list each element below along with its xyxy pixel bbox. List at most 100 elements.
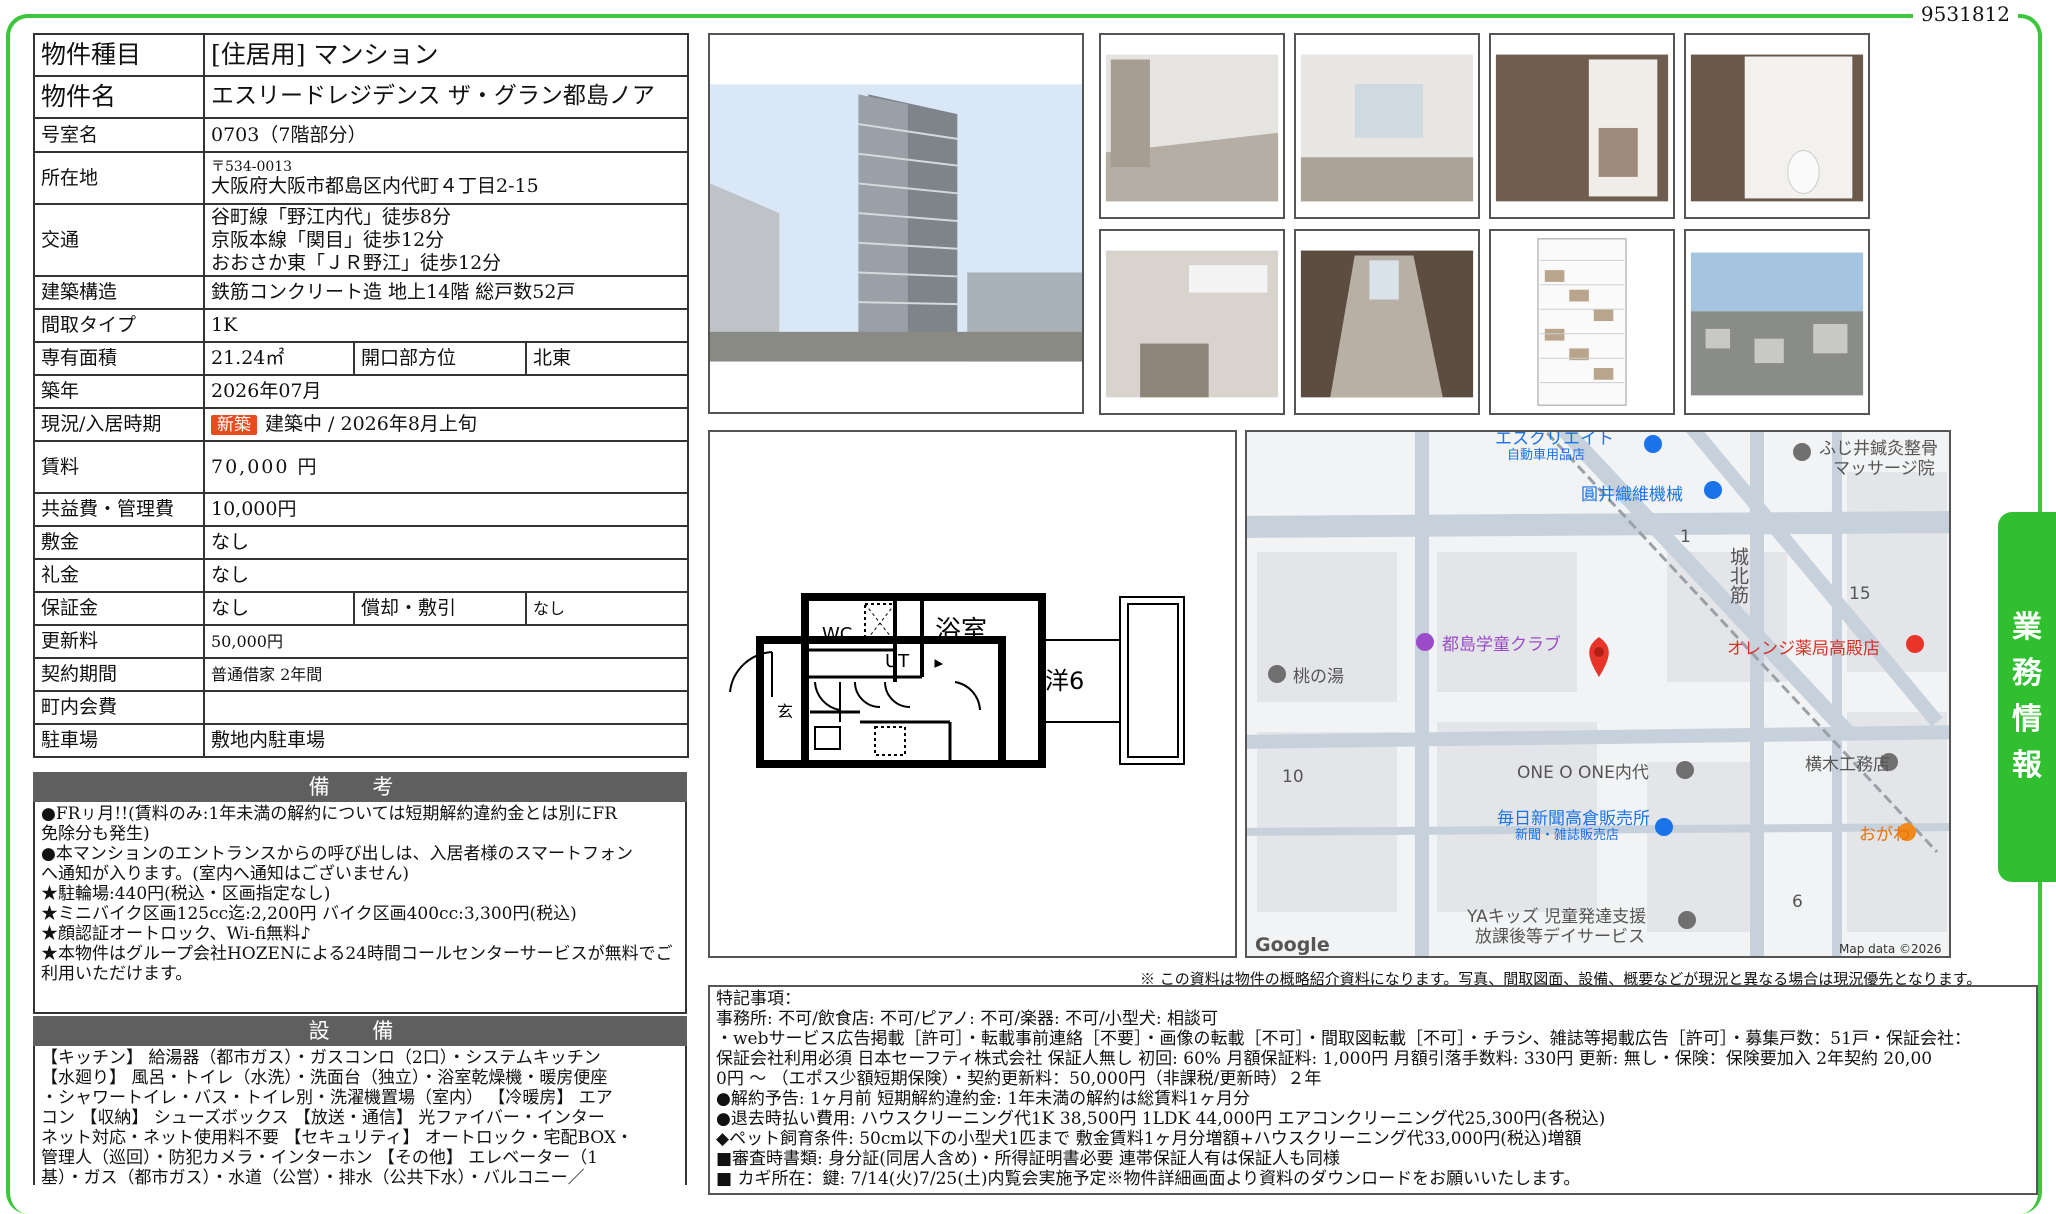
map-label: 横木工務店: [1805, 755, 1890, 775]
note-line: ●解約予告: 1ヶ月前 短期解約違約金: 1年未満の解約は総賃料1ヶ月分: [716, 1089, 1250, 1109]
remark-line: ★駐輪場:440円(税込・区画指定なし): [41, 884, 331, 904]
spec-sheet-thumbnail[interactable]: [1489, 229, 1675, 415]
renewal-value: 50,000円: [202, 624, 690, 659]
community-fee-label: 町内会費: [33, 690, 205, 725]
side-tab-char: 務: [2012, 656, 2042, 691]
guarantee-label: 保証金: [33, 591, 205, 626]
map-block-number: 15: [1849, 584, 1871, 604]
note-line: 特記事項：: [716, 989, 801, 1009]
renewal-label: 更新料: [33, 624, 205, 659]
special-notes: 特記事項： 事務所: 不可/飲食店: 不可/ピアノ: 不可/楽器: 不可/小型犬…: [708, 985, 2038, 1195]
equipment-line: ・シャワートイレ・バス・トイレ別・洗濯機置場（室内） 【冷暖房】 エア: [41, 1088, 613, 1108]
note-line: 事務所: 不可/飲食店: 不可/ピアノ: 不可/楽器: 不可/小型犬: 相談可: [716, 1009, 1219, 1029]
map-attribution: Map data ©2026: [1839, 942, 1942, 956]
map-label: マッサージ院: [1833, 459, 1935, 479]
status-value: 建築中 / 2026年8月上旬: [265, 413, 477, 436]
map-block-number: 6: [1792, 892, 1803, 912]
type-label: 物件種目: [33, 33, 205, 77]
remark-line: ★本物件はグループ会社HOZENによる24時間コールセンターサービスが無料でご: [41, 944, 673, 964]
ut-label: UT: [885, 651, 910, 672]
parking-value: 敷地内駐車場: [202, 723, 690, 758]
side-tab-char: 報: [2012, 748, 2042, 783]
equipment-box: 【キッチン】 給湯器（都市ガス）・ガスコンロ（2口）・システムキッチン 【水廻り…: [33, 1046, 687, 1185]
street-label: 城北筋: [1727, 547, 1749, 604]
hallway-photo[interactable]: [1294, 229, 1480, 415]
business-info-tab[interactable]: 業 務 情 報: [1998, 512, 2056, 882]
rent-value: 70,000 円: [202, 440, 690, 494]
contract-label: 契約期間: [33, 657, 205, 692]
room-photo-2[interactable]: [1294, 33, 1480, 219]
parking-label: 駐車場: [33, 723, 205, 758]
remark-line: ★ミニバイク区画125cc迄:2,200円 バイク区画400cc:3,300円(…: [41, 904, 577, 924]
equipment-line: ネット対応・ネット使用料不要 【セキュリティ】 オートロック・宅配BOX・: [41, 1128, 633, 1148]
built-value: 2026年07月: [202, 374, 690, 409]
side-tab-char: 情: [2012, 702, 2042, 737]
layout-label: 間取タイプ: [33, 308, 205, 343]
amortization-value: なし: [524, 591, 690, 626]
deposit-label: 敷金: [33, 525, 205, 560]
access-label: 交通: [33, 203, 205, 277]
map-label: 新聞・雑誌販売店: [1515, 828, 1620, 843]
address-label: 所在地: [33, 151, 205, 205]
map-label: オレンジ薬局高殿店: [1727, 639, 1880, 659]
room-label: 号室名: [33, 117, 205, 153]
access-line: 京阪本線「関目」徒歩12分: [211, 228, 445, 251]
floor-plan[interactable]: WC UT 浴室 洋6 玄: [708, 430, 1237, 958]
deposit-value: なし: [202, 525, 690, 560]
remark-line: 免除分も発生): [41, 824, 150, 844]
map-label: おがわ: [1859, 825, 1910, 845]
guarantee-value: なし: [203, 591, 355, 626]
equipment-line: 【水廻り】 風呂・トイレ（水洗）・洗面台（独立）・浴室乾燥機・暖房便座: [41, 1068, 608, 1088]
equipment-line: コン 【収納】 シューズボックス 【放送・通信】 光ファイバー・インター: [41, 1108, 605, 1128]
structure-label: 建築構造: [33, 275, 205, 310]
document-id: 9531812: [1912, 2, 2018, 26]
note-line: ◆ペット飼育条件: 50cm以下の小型犬1匹まで 敷金賃料1ヶ月分増額+ハウスク…: [716, 1129, 1582, 1149]
equipment-line: 基）・ガス（都市ガス）・水道（公営）・排水（公共下水）・バルコニー／: [41, 1168, 585, 1185]
building-exterior-photo[interactable]: [708, 33, 1084, 414]
address-value: 大阪府大阪市都島区内代町４丁目2-15: [211, 174, 539, 197]
note-line: ・webサービス広告掲載［許可］・転載事前連絡［不要］・画像の転載［不可］・間取…: [716, 1029, 1971, 1049]
note-line: ●退去時払い費用: ハウスクリーニング代1K 38,500円 1LDK 44,0…: [716, 1109, 1606, 1129]
remark-line: ★顔認証オートロック、Wi-fi無料♪: [41, 924, 312, 944]
equipment-line: 【キッチン】 給湯器（都市ガス）・ガスコンロ（2口）・システムキッチン: [41, 1048, 601, 1068]
map-label: 放課後等デイサービス: [1475, 927, 1645, 947]
name-label: 物件名: [33, 75, 205, 119]
kitchen-photo[interactable]: [1099, 229, 1285, 415]
entrance-label: 玄: [777, 702, 793, 721]
map-label: 都島学童クラブ: [1442, 635, 1561, 655]
remark-line: 利用いただけます。: [41, 964, 193, 984]
room-label: 洋6: [1045, 667, 1084, 695]
map-label: 圓井織維機械: [1581, 485, 1683, 505]
layout-value: 1K: [202, 308, 690, 343]
remarks-box: ●FRㇼ月!!(賃料のみ:1年未満の解約については短期解約違約金とは別にFR 免…: [33, 802, 687, 1014]
access-line: 谷町線「野江内代」徒歩8分: [211, 205, 452, 228]
washroom-photo[interactable]: [1489, 33, 1675, 219]
map-block-number: 1: [1680, 527, 1691, 547]
view-photo[interactable]: [1684, 229, 1870, 415]
contract-value: 普通借家 2年間: [202, 657, 690, 692]
map-label: 自動車用品店: [1507, 448, 1586, 463]
note-line: 0円 ～ （エポス少額短期保険）・契約更新料：50,000円（非課税/更新時）２…: [716, 1069, 1322, 1089]
rent-label: 賃料: [33, 440, 205, 494]
side-tab-char: 業: [2012, 610, 2042, 645]
map-label: 桃の湯: [1293, 667, 1344, 687]
amortization-label: 償却・敷引: [353, 591, 527, 626]
opening-value: 北東: [524, 341, 690, 376]
name-value: エスリードレジデンス ザ・グラン都島ノア: [202, 75, 690, 119]
structure-value: 鉄筋コンクリート造 地上14階 総戸数52戸: [202, 275, 690, 310]
type-value: [住居用] マンション: [202, 33, 690, 77]
room-photo-1[interactable]: [1099, 33, 1285, 219]
note-line: 保証会社利用必須 日本セーフティ株式会社 保証人無し 初回: 60% 月額保証料…: [716, 1049, 1933, 1069]
fee-label: 共益費・管理費: [33, 492, 205, 527]
bath-label: 浴室: [935, 616, 987, 646]
equipment-header: 設 備: [33, 1016, 687, 1046]
fee-value: 10,000円: [202, 492, 690, 527]
wc-label: WC: [822, 624, 852, 645]
remark-line: ●FRㇼ月!!(賃料のみ:1年未満の解約については短期解約違約金とは別にFR: [41, 804, 618, 824]
toilet-photo[interactable]: [1684, 33, 1870, 219]
location-map[interactable]: エスクリエイト 自動車用品店 ふじ井鍼灸整骨 マッサージ院 圓井織維機械 都島学…: [1245, 430, 1951, 958]
postal-code: 〒534-0013: [211, 158, 293, 175]
remark-line: へ通知が入ります。(室内へ通知はございません): [41, 864, 410, 884]
built-label: 築年: [33, 374, 205, 409]
map-block-number: 10: [1282, 767, 1304, 787]
